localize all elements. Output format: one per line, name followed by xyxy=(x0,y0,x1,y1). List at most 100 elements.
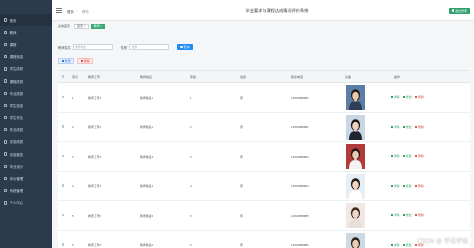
row-checkbox[interactable] xyxy=(61,184,65,187)
teacher-name-label: 教师姓名 xyxy=(58,45,71,50)
column-header-avatar: 头像 xyxy=(345,75,352,80)
sidebar-item-3[interactable]: 课程 xyxy=(0,38,52,50)
delete-link[interactable]: 删除 xyxy=(415,154,424,158)
edit-label: 修改 xyxy=(405,183,412,188)
cell-index: 2 xyxy=(72,125,74,129)
sidebar-item-2[interactable]: 教师 xyxy=(0,26,52,38)
detail-label: 详情 xyxy=(393,213,400,218)
trash-icon xyxy=(415,125,418,128)
search-button[interactable]: 查询 xyxy=(177,44,193,50)
delete-label: 删除 xyxy=(417,95,424,100)
column-header-ops: 操作 xyxy=(394,75,401,80)
cell-id: 教师工号4 xyxy=(88,184,102,188)
main-area: 首页 / 教师 毕业要求与课程达成情况评价系统 退出登录 系统首页 首页 × 教… xyxy=(52,0,474,248)
menu-toggle-icon[interactable] xyxy=(56,8,62,13)
sidebar-item-5[interactable]: 学生成绩 xyxy=(0,63,52,75)
sidebar-item-14[interactable]: 评价管理 xyxy=(0,172,52,184)
sidebar-item-4[interactable]: 课程信息 xyxy=(0,51,52,63)
pencil-icon xyxy=(403,214,406,217)
pencil-icon xyxy=(403,184,406,187)
detail-link[interactable]: 详情 xyxy=(391,184,400,188)
sidebar-item-label: 个人中心 xyxy=(9,201,24,206)
breadcrumb-home[interactable]: 首页 xyxy=(67,9,74,14)
delete-button[interactable]: 删除 xyxy=(77,58,94,64)
logout-button[interactable]: 退出登录 xyxy=(448,7,470,14)
file-icon xyxy=(4,152,8,156)
avatar xyxy=(346,203,365,228)
sidebar-item-12[interactable]: 实验报告 xyxy=(0,148,52,160)
detail-label: 详情 xyxy=(393,183,400,188)
tab-teacher[interactable]: 教师 × xyxy=(90,23,106,29)
table-row[interactable]: 5 教师工号5 教师姓名5 5 男 13823888885 详情 修改 删除 xyxy=(58,201,470,231)
row-checkbox[interactable] xyxy=(61,95,65,99)
tab-bar: 系统首页 首页 × 教师 × xyxy=(58,22,107,30)
cell-sex: 男 xyxy=(240,184,243,188)
edit-link[interactable]: 修改 xyxy=(403,154,412,158)
detail-link[interactable]: 详情 xyxy=(391,154,400,158)
edit-link[interactable]: 修改 xyxy=(403,95,412,99)
gear-icon xyxy=(4,189,8,193)
eye-icon xyxy=(391,96,393,99)
sex-input[interactable]: 性别 xyxy=(129,44,170,50)
sidebar-item-11[interactable]: 实验成绩 xyxy=(0,136,52,148)
delete-link[interactable]: 删除 xyxy=(415,213,424,217)
detail-link[interactable]: 详情 xyxy=(391,243,400,247)
column-header-age: 年龄 xyxy=(190,75,197,80)
pencil-icon xyxy=(403,243,406,246)
row-actions: 详情 修改 删除 xyxy=(391,213,427,217)
edit-icon xyxy=(4,115,8,120)
page-title: 毕业要求与课程达成情况评价系统 xyxy=(245,8,309,13)
column-header-sex: 性别 xyxy=(240,75,247,80)
cell-phone: 13823888882 xyxy=(291,125,309,129)
tab-home[interactable]: 首页 × xyxy=(74,23,89,29)
detail-link[interactable]: 详情 xyxy=(391,95,400,99)
sidebar-item-1[interactable]: 首页 xyxy=(0,14,52,27)
delete-link[interactable]: 删除 xyxy=(415,125,424,129)
tab-bar-label: 系统首页 xyxy=(58,24,71,28)
cell-phone: 13823888884 xyxy=(291,184,309,188)
eye-icon xyxy=(391,214,393,217)
sidebar-item-label: 学生成绩 xyxy=(9,67,24,72)
cell-id: 教师工号2 xyxy=(88,125,102,129)
power-icon xyxy=(451,9,454,12)
delete-link[interactable]: 删除 xyxy=(415,95,424,99)
row-checkbox[interactable] xyxy=(61,125,65,128)
row-checkbox[interactable] xyxy=(61,154,65,158)
detail-link[interactable]: 详情 xyxy=(391,213,400,217)
sidebar-item-6[interactable]: 课程成绩 xyxy=(0,75,52,87)
edit-link[interactable]: 修改 xyxy=(403,125,412,129)
sidebar-item-9[interactable]: 学生作业 xyxy=(0,112,52,124)
cell-phone: 13823888886 xyxy=(291,243,309,247)
sidebar-item-13[interactable]: 毕业设计 xyxy=(0,160,52,172)
sidebar-item-7[interactable]: 毕业成绩 xyxy=(0,87,52,99)
column-header-index: 索引 xyxy=(72,75,79,80)
row-actions: 详情 修改 删除 xyxy=(391,184,427,188)
row-checkbox[interactable] xyxy=(61,213,65,217)
detail-link[interactable]: 详情 xyxy=(391,125,400,129)
sidebar-item-10[interactable]: 作业成绩 xyxy=(0,124,52,136)
id-icon xyxy=(4,103,8,108)
person-icon xyxy=(4,201,8,205)
trash-icon xyxy=(415,155,418,158)
table-row[interactable]: 1 教师工号1 教师姓名1 1 男 13823888881 详情 修改 删除 xyxy=(58,83,470,113)
table-row[interactable]: 6 教师工号6 教师姓名6 6 男 13823888886 详情 修改 删除 xyxy=(58,231,470,248)
breadcrumb-separator: / xyxy=(76,8,77,13)
select-all-checkbox[interactable] xyxy=(61,75,65,79)
sidebar-item-15[interactable]: 系统管理 xyxy=(0,185,52,197)
edit-link[interactable]: 修改 xyxy=(403,243,412,247)
detail-label: 详情 xyxy=(393,124,400,129)
table-row[interactable]: 2 教师工号2 教师姓名2 2 男 13823888882 详情 修改 删除 xyxy=(58,113,470,142)
add-button[interactable]: 新增 xyxy=(58,58,75,64)
teacher-name-input[interactable]: 教师姓名 xyxy=(72,44,113,50)
row-checkbox[interactable] xyxy=(61,243,65,246)
table-row[interactable]: 3 教师工号3 教师姓名3 3 男 13823888883 详情 修改 删除 xyxy=(58,142,470,172)
table-row[interactable]: 4 教师工号4 教师姓名4 4 男 13823888884 详情 修改 删除 xyxy=(58,172,470,201)
star-icon xyxy=(4,176,8,181)
sidebar-item-16[interactable]: 个人中心 xyxy=(0,197,52,209)
delete-link[interactable]: 删除 xyxy=(415,184,424,188)
sidebar-item-8[interactable]: 学生信息 xyxy=(0,99,52,111)
logout-label: 退出登录 xyxy=(454,8,467,13)
edit-link[interactable]: 修改 xyxy=(403,184,412,188)
edit-link[interactable]: 修改 xyxy=(403,213,412,217)
sidebar-item-label: 作业成绩 xyxy=(9,128,24,133)
